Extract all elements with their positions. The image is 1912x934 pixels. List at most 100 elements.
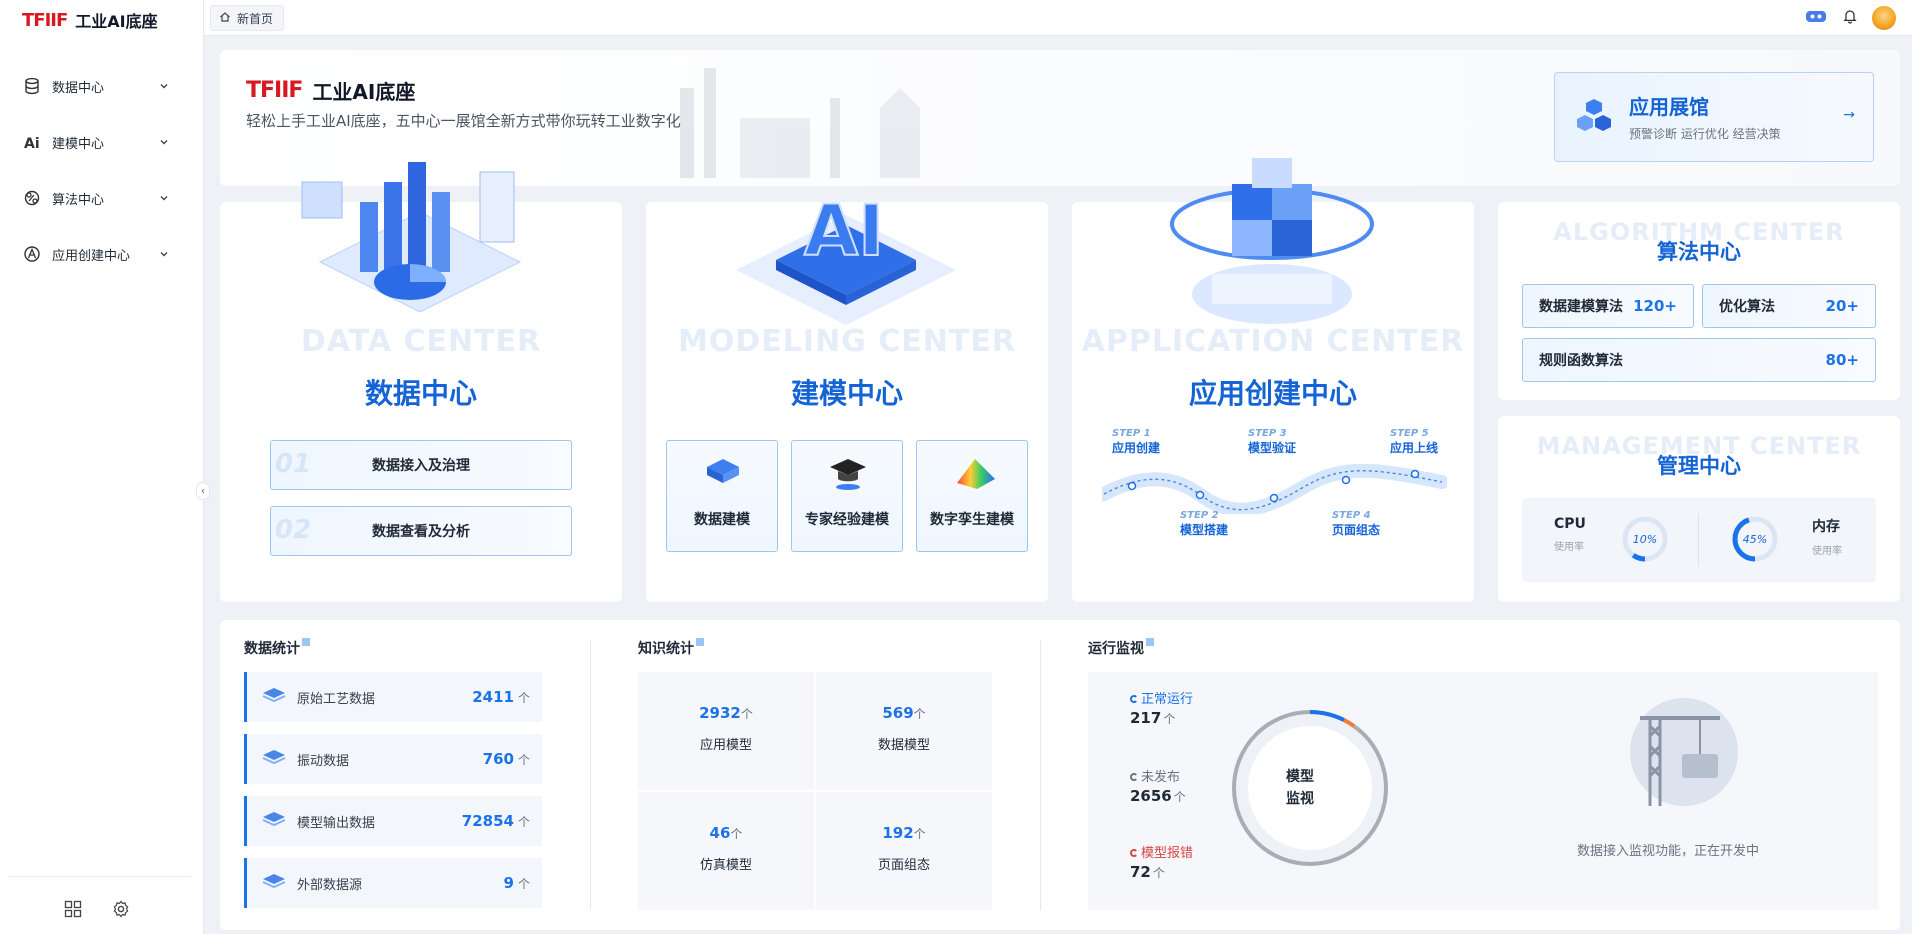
- knowledge-label: 仿真模型: [699, 858, 752, 873]
- status-dot: [1130, 695, 1138, 703]
- step-app-create[interactable]: STEP 1 应用创建: [1112, 428, 1160, 456]
- arrow-right-icon: →: [1843, 107, 1855, 123]
- process-wave: [1102, 464, 1447, 514]
- app-create-icon: [22, 244, 42, 264]
- sidebar-item-data-center[interactable]: 数据中心: [0, 58, 204, 114]
- sidebar-item-label: 数据中心: [52, 80, 105, 96]
- sidebar-item-label: 算法中心: [52, 192, 105, 208]
- memory-label: 内存: [1812, 519, 1840, 535]
- grid-icon[interactable]: [64, 900, 82, 922]
- stat-row-raw-process[interactable]: 原始工艺数据 2411 个: [244, 672, 542, 722]
- application-center-card[interactable]: APPLICATION CENTER 应用创建中心 STEP 1 应用创建 ST…: [1072, 158, 1474, 602]
- monitor-label: 正常运行: [1141, 692, 1194, 707]
- step-number: STEP 4: [1332, 510, 1371, 521]
- sidebar: TFIIF 工业AI底座 数据中心 Ai 建模中心 算法中心 应用创建中心: [0, 0, 204, 934]
- knowledge-label: 应用模型: [699, 738, 752, 753]
- monitor-unpublished[interactable]: 未发布 2656 个: [1130, 766, 1186, 805]
- step-number: STEP 3: [1248, 428, 1287, 439]
- sidebar-divider: [8, 876, 191, 877]
- svg-text:AI: AI: [804, 190, 884, 272]
- step-app-launch[interactable]: STEP 5 应用上线: [1390, 428, 1438, 456]
- sidebar-item-label: 建模中心: [52, 136, 105, 152]
- application-center-title: 应用创建中心: [1188, 377, 1357, 410]
- brand[interactable]: TFIIF 工业AI底座: [22, 8, 158, 32]
- algo-label: 数据建模算法: [1539, 299, 1623, 315]
- sidebar-item-app-create-center[interactable]: 应用创建中心: [0, 226, 204, 282]
- modeling-center-card[interactable]: AI MODELING CENTER 建模中心 数据建模 专家经验建模 数字孪生…: [646, 189, 1048, 602]
- hero-title: 工业AI底座: [312, 80, 416, 104]
- management-center-card[interactable]: MANAGEMENT CENTER 管理中心 CPU 使用率 10% 45% 内…: [1498, 416, 1900, 602]
- step-label: 应用创建: [1112, 441, 1161, 455]
- showcase-cubes-icon: [1577, 97, 1611, 141]
- data-view-button[interactable]: 02 数据查看及分析: [270, 506, 572, 556]
- status-dot: [1130, 773, 1138, 781]
- memory-value: 45%: [1743, 533, 1767, 546]
- chevron-down-icon: [158, 80, 170, 92]
- step-label: 模型搭建: [1180, 523, 1229, 537]
- stat-row-external-source[interactable]: 外部数据源 9 个: [244, 858, 542, 908]
- modeling-center-illustration: AI: [736, 189, 956, 325]
- data-ingest-button[interactable]: 01 数据接入及治理: [270, 440, 572, 490]
- algo-label: 规则函数算法: [1539, 353, 1623, 369]
- box-label: 数字孪生建模: [930, 512, 1014, 528]
- knowledge-value: 46: [709, 824, 731, 842]
- data-center-card[interactable]: DATA CENTER 数据中心 01 数据接入及治理 02 数据查看及分析: [220, 162, 622, 602]
- step-number: STEP 2: [1180, 510, 1219, 521]
- monitor-error[interactable]: 模型报错 72 个: [1130, 842, 1193, 881]
- knowledge-unit: 个: [730, 827, 743, 841]
- tab-home[interactable]: 新首页: [210, 5, 285, 31]
- gear-icon[interactable]: [112, 900, 130, 922]
- step-model-build[interactable]: STEP 2 模型搭建: [1180, 510, 1228, 538]
- expert-modeling-box[interactable]: 专家经验建模: [791, 440, 903, 552]
- algorithm-center-title: 算法中心: [1657, 240, 1741, 264]
- algorithm-center-card[interactable]: ALGORITHM CENTER 算法中心 数据建模算法 120+ 优化算法 2…: [1498, 202, 1900, 400]
- app-showcase-card[interactable]: 应用展馆 预警诊断 运行优化 经营决策 →: [1554, 72, 1874, 162]
- graduation-cap-icon: [828, 455, 868, 495]
- stat-label: 外部数据源: [297, 877, 363, 893]
- sidebar-item-algorithm-center[interactable]: 算法中心: [0, 170, 204, 226]
- algo-data-modeling[interactable]: 数据建模算法 120+: [1522, 284, 1694, 328]
- knowledge-unit: 个: [913, 707, 926, 721]
- user-avatar[interactable]: [1872, 6, 1896, 30]
- chevron-down-icon: [158, 192, 170, 204]
- chevron-down-icon: [158, 136, 170, 148]
- sidebar-item-modeling-center[interactable]: Ai 建模中心: [0, 114, 204, 170]
- dev-in-progress-text: 数据接入监视功能，正在开发中: [1576, 844, 1759, 859]
- step-number: 02: [275, 515, 312, 545]
- stat-row-model-output[interactable]: 模型输出数据 72854 个: [244, 796, 542, 846]
- digital-twin-modeling-box[interactable]: 数字孪生建模: [916, 440, 1028, 552]
- robot-assistant-icon[interactable]: [1804, 8, 1828, 28]
- layers-icon: [261, 748, 287, 770]
- stat-row-vibration[interactable]: 振动数据 760 个: [244, 734, 542, 784]
- algo-rule-function[interactable]: 规则函数算法 80+: [1522, 338, 1876, 382]
- stat-value: 760: [482, 750, 514, 768]
- knowledge-data-models[interactable]: 569个 数据模型: [816, 672, 992, 790]
- monitor-unit: 个: [1152, 866, 1165, 880]
- divider: [1040, 640, 1041, 910]
- top-actions: [1804, 6, 1896, 30]
- sidebar-item-label: 应用创建中心: [52, 248, 131, 264]
- layers-icon: [261, 810, 287, 832]
- knowledge-sim-models[interactable]: 46个 仿真模型: [638, 792, 814, 910]
- stat-unit: 个: [517, 876, 530, 891]
- step-label: 页面组态: [1332, 523, 1381, 537]
- algo-optimization[interactable]: 优化算法 20+: [1702, 284, 1876, 328]
- monitor-title: 运行监视: [1088, 638, 1154, 658]
- knowledge-app-models[interactable]: 2932个 应用模型: [638, 672, 814, 790]
- status-dot: [1130, 849, 1138, 857]
- hero-logo: TFIIF 工业AI底座: [246, 76, 415, 105]
- monitor-running[interactable]: 正常运行 217 个: [1130, 688, 1193, 727]
- step-page-config[interactable]: STEP 4 页面组态: [1332, 510, 1380, 538]
- bell-icon[interactable]: [1842, 8, 1858, 28]
- chevron-down-icon: [158, 248, 170, 260]
- step-model-verify[interactable]: STEP 3 模型验证: [1248, 428, 1296, 456]
- monitor-unit: 个: [1163, 712, 1176, 726]
- algo-value: 20+: [1825, 297, 1859, 315]
- data-modeling-box[interactable]: 数据建模: [666, 440, 778, 552]
- monitor-dev-area: 数据接入监视功能，正在开发中: [1482, 672, 1878, 910]
- stat-unit: 个: [517, 752, 530, 767]
- algo-value: 120+: [1633, 297, 1677, 315]
- knowledge-page-configs[interactable]: 192个 页面组态: [816, 792, 992, 910]
- sidebar-collapse-button[interactable]: ‹: [196, 482, 210, 500]
- button-label: 数据接入及治理: [372, 458, 470, 474]
